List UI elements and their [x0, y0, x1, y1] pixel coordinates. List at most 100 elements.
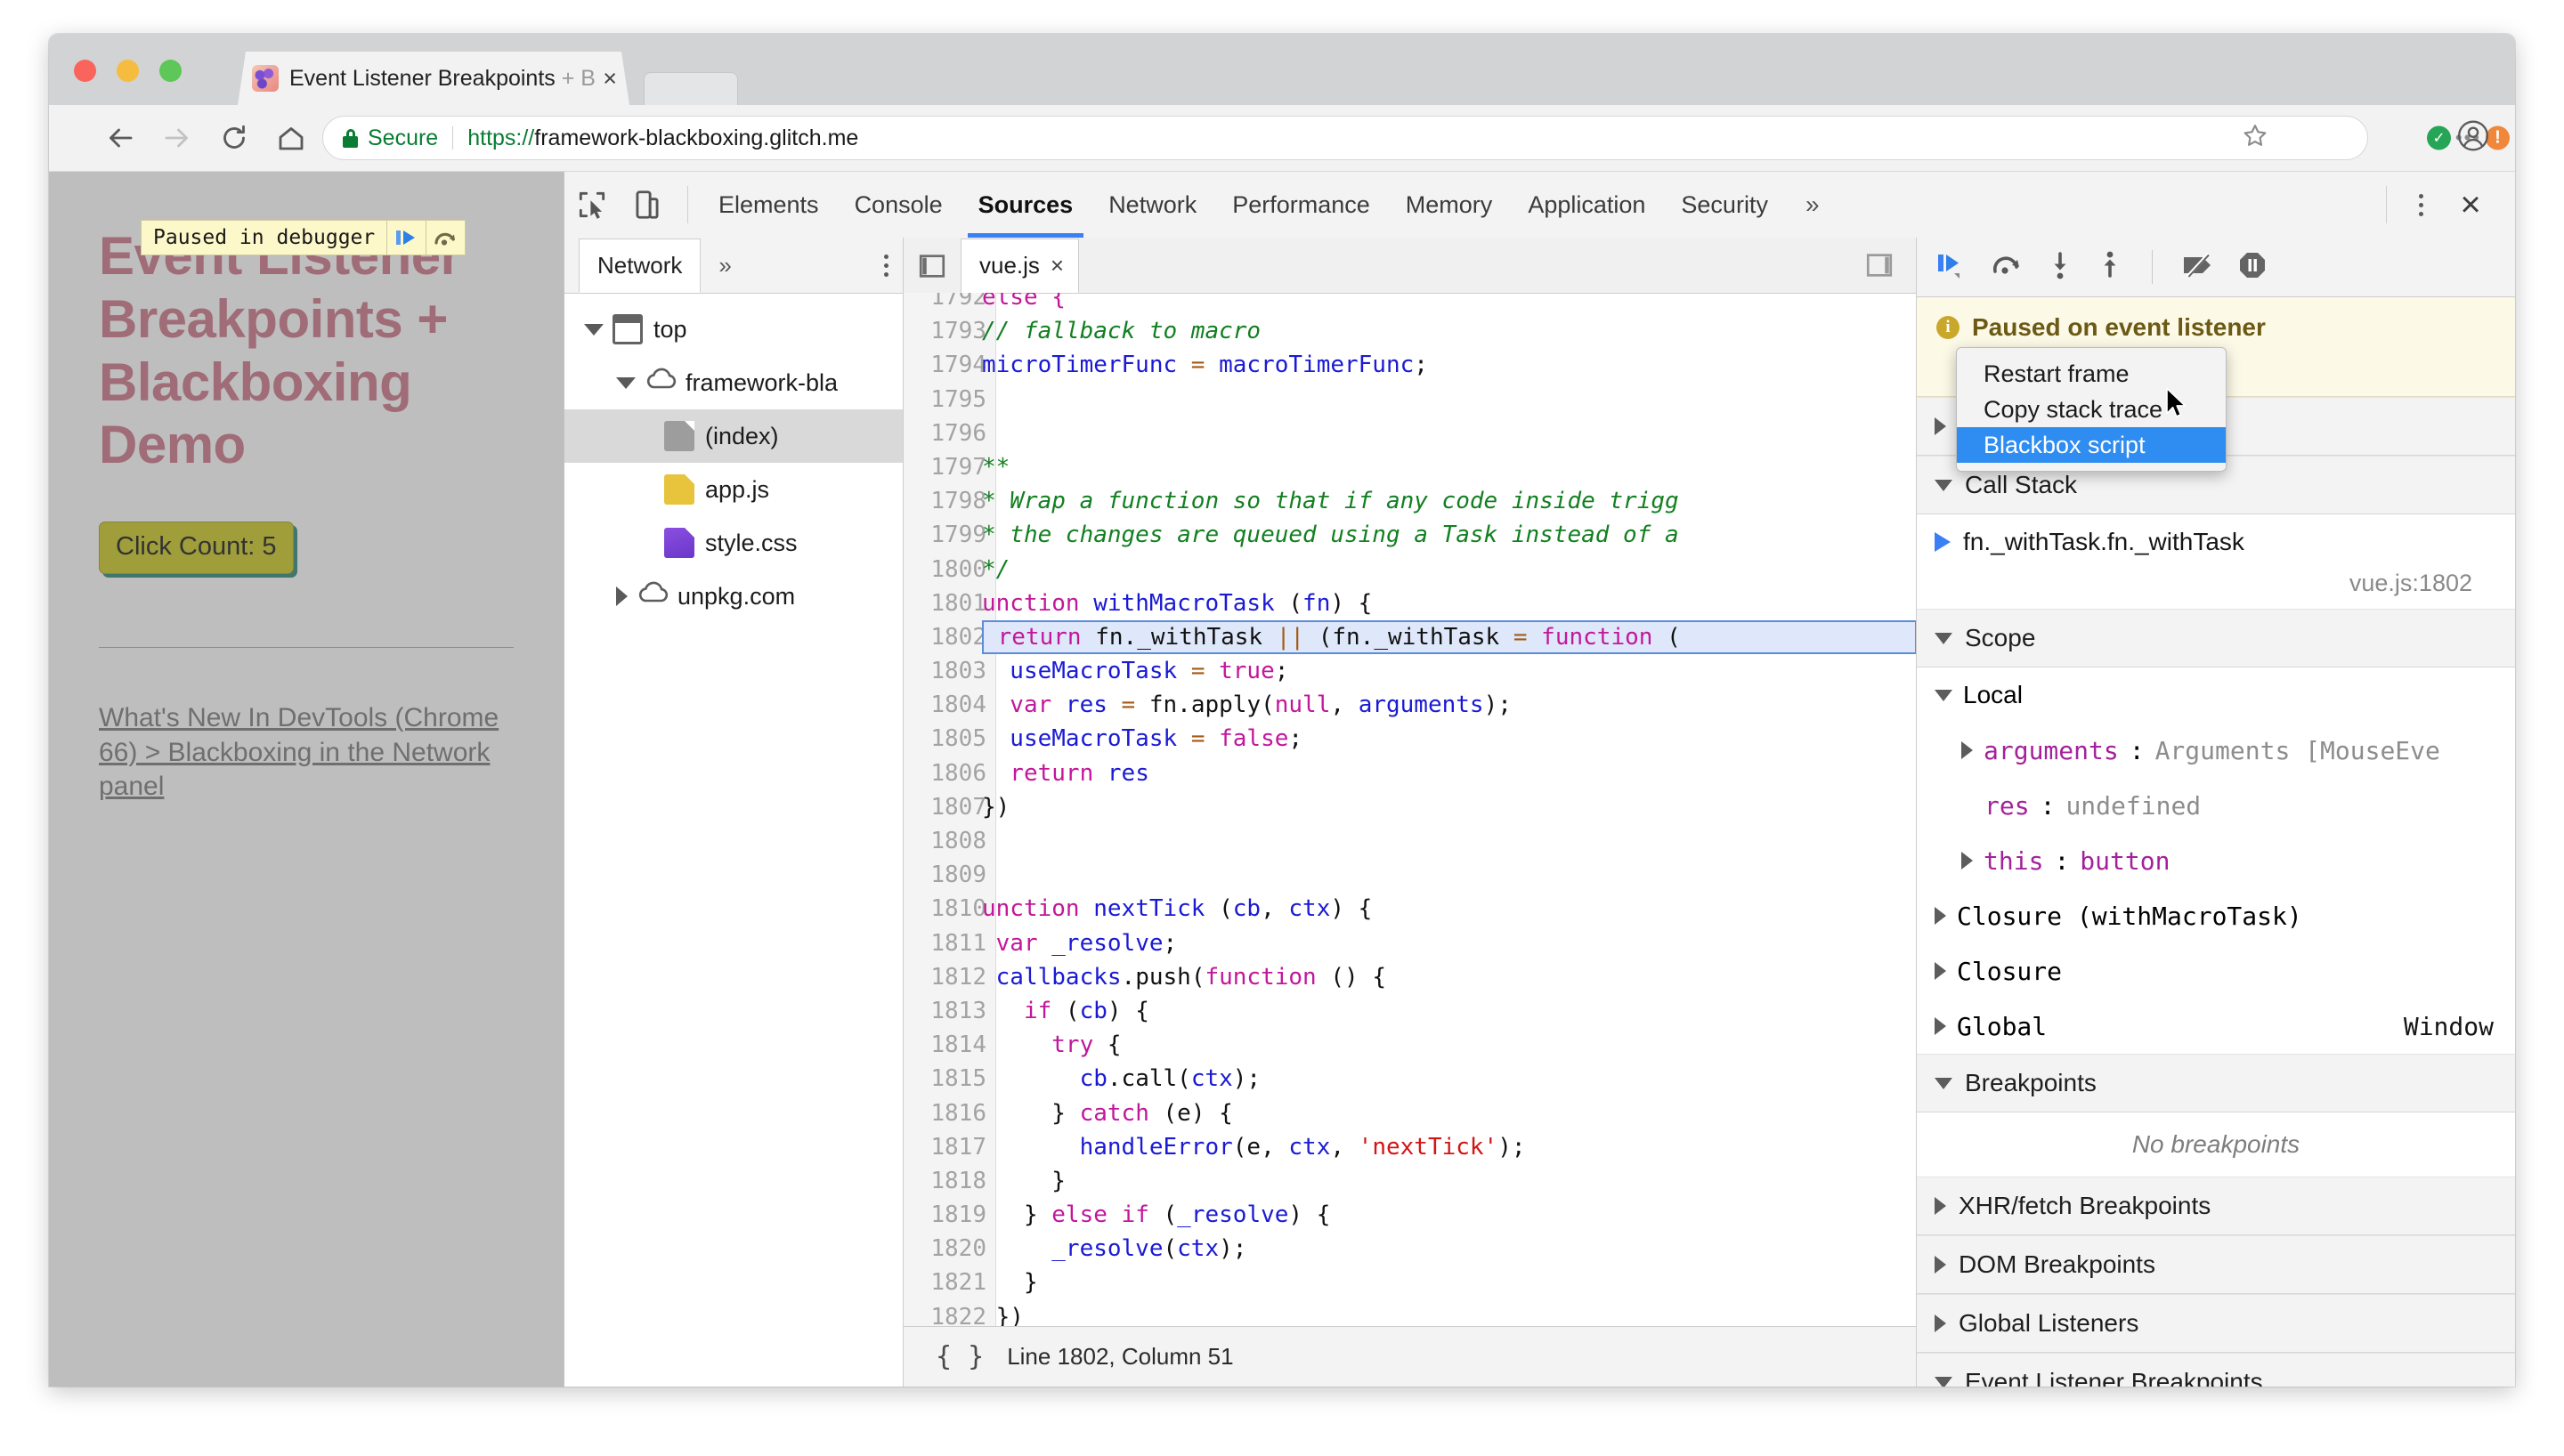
minimize-window-button[interactable]	[117, 60, 139, 82]
chevron-right-icon[interactable]	[1935, 1197, 1946, 1215]
tab-elements[interactable]: Elements	[701, 173, 837, 238]
pretty-print-button[interactable]: { }	[936, 1341, 984, 1372]
chevron-right-icon[interactable]	[1961, 741, 1973, 759]
close-window-button[interactable]	[74, 60, 96, 82]
code-line[interactable]: 1819 } else if (_resolve) {	[904, 1198, 1917, 1233]
code-area[interactable]: 1792 else {1793// fallback to macro 1794 mi…	[904, 293, 1917, 1326]
code-line[interactable]: 1820 _resolve(ctx);	[904, 1232, 1917, 1266]
context-menu-item-restart-frame[interactable]: Restart frame	[1957, 356, 2226, 392]
chevron-right-icon[interactable]	[1935, 417, 1946, 435]
toggle-debugger-button[interactable]	[1851, 240, 1908, 289]
new-tab-button[interactable]	[644, 72, 738, 106]
context-menu-item-blackbox-script[interactable]: Blackbox script	[1957, 427, 2226, 463]
editor-tab-vue-js[interactable]: vue.js ×	[961, 239, 1080, 293]
chevron-right-icon[interactable]	[1935, 1017, 1946, 1035]
code-line[interactable]: 1817 handleError(e, ctx, 'nextTick');	[904, 1129, 1917, 1164]
chevron-down-icon[interactable]	[1935, 689, 1952, 701]
tree-item-app-js[interactable]: app.js	[564, 463, 903, 516]
deactivate-breakpoints-button[interactable]	[2181, 252, 2215, 283]
code-line[interactable]: 1809	[904, 858, 1917, 893]
close-editor-tab-button[interactable]: ×	[1051, 252, 1064, 279]
chevron-down-icon[interactable]	[1935, 1077, 1952, 1089]
section-event-listener-breakpoints[interactable]: Event Listener Breakpoints	[1917, 1353, 2515, 1387]
code-line[interactable]: 1812 callbacks.push(function () {	[904, 959, 1917, 994]
code-line[interactable]: 1792 else {	[904, 293, 1917, 315]
section-dom-breakpoints[interactable]: DOM Breakpoints	[1917, 1235, 2515, 1294]
chevron-down-icon[interactable]	[1935, 632, 1952, 644]
code-line[interactable]: 1822 })	[904, 1299, 1917, 1326]
pause-on-exceptions-button[interactable]	[2238, 251, 2267, 284]
code-line-executing[interactable]: 1802 return fn._withTask || (fn._withTas…	[904, 619, 1917, 655]
browser-tab[interactable]: Event Listener Breakpoints + B ×	[238, 52, 629, 105]
code-line[interactable]: 1804 var res = fn.apply(null, arguments)…	[904, 688, 1917, 723]
code-line[interactable]: 1805 useMacroTask = false;	[904, 722, 1917, 756]
code-line[interactable]: 1801 unction withMacroTask (fn) {	[904, 586, 1917, 620]
chevron-right-icon[interactable]	[616, 586, 628, 606]
step-into-button[interactable]	[2047, 251, 2073, 284]
code-line[interactable]: 1811 var _resolve;	[904, 926, 1917, 960]
code-line[interactable]: 1806 return res	[904, 756, 1917, 790]
close-devtools-button[interactable]: ×	[2442, 177, 2499, 232]
tab-memory[interactable]: Memory	[1388, 173, 1511, 238]
tree-item-top[interactable]: top	[564, 303, 903, 356]
maximize-window-button[interactable]	[159, 60, 182, 82]
chevron-right-icon[interactable]	[1935, 1314, 1946, 1332]
toggle-device-toolbar-button[interactable]	[620, 177, 675, 232]
code-line[interactable]: 1816 } catch (e) {	[904, 1096, 1917, 1130]
overlay-resume-button[interactable]	[387, 221, 427, 255]
inspect-element-button[interactable]	[564, 177, 620, 232]
code-line[interactable]: 1798 * Wrap a function so that if any cod…	[904, 484, 1917, 519]
code-line[interactable]: 1799 * the changes are queued using a Tas…	[904, 518, 1917, 553]
step-over-button[interactable]	[1992, 252, 2024, 283]
extension-green-icon[interactable]: ✓	[2427, 125, 2451, 150]
code-line[interactable]: 1796	[904, 416, 1917, 450]
tab-security[interactable]: Security	[1663, 173, 1786, 238]
tree-item-index[interactable]: (index)	[564, 409, 903, 463]
chevron-right-icon[interactable]	[1961, 852, 1973, 870]
section-scope[interactable]: Scope	[1917, 609, 2515, 667]
tab-sources[interactable]: Sources	[961, 173, 1091, 238]
tree-item-unpkg[interactable]: unpkg.com	[564, 570, 903, 623]
code-line[interactable]: 1807})	[904, 789, 1917, 824]
profile-button[interactable]	[2456, 119, 2490, 158]
more-tabs-button[interactable]: »	[1786, 173, 1839, 238]
home-button[interactable]	[272, 118, 311, 158]
tab-performance[interactable]: Performance	[1214, 173, 1388, 238]
close-tab-button[interactable]: ×	[603, 67, 617, 91]
code-line[interactable]: 1795	[904, 382, 1917, 417]
toggle-navigator-button[interactable]	[904, 239, 961, 293]
navigator-tab-network[interactable]: Network	[579, 239, 702, 293]
bookmark-star-icon[interactable]	[2241, 122, 2269, 155]
chevron-down-icon[interactable]	[616, 376, 636, 389]
code-line[interactable]: 1821 }	[904, 1266, 1917, 1300]
call-stack-frame[interactable]: fn._withTask.fn._withTask	[1917, 514, 2515, 570]
tab-network[interactable]: Network	[1091, 173, 1214, 238]
chevron-down-icon[interactable]	[1935, 479, 1952, 491]
scope-global[interactable]: Global Window	[1917, 999, 2515, 1054]
scope-local-group[interactable]: Local	[1917, 667, 2515, 723]
overlay-step-over-button[interactable]	[426, 221, 465, 255]
step-out-button[interactable]	[2097, 251, 2123, 284]
resume-script-button[interactable]	[1936, 252, 1968, 283]
tree-item-style-css[interactable]: style.css	[564, 516, 903, 570]
scope-item-this[interactable]: this: button	[1917, 833, 2515, 888]
scope-item-arguments[interactable]: arguments: Arguments [MouseEve	[1917, 723, 2515, 778]
code-line[interactable]: 1815 cb.call(ctx);	[904, 1062, 1917, 1096]
navigator-more-tabs-button[interactable]: »	[701, 239, 749, 293]
chevron-down-icon[interactable]	[584, 323, 604, 336]
reload-button[interactable]	[215, 118, 254, 158]
code-line[interactable]: 1810 unction nextTick (cb, ctx) {	[904, 892, 1917, 926]
code-line[interactable]: 1800 */	[904, 552, 1917, 586]
code-line[interactable]: 1808	[904, 824, 1917, 859]
chevron-right-icon[interactable]	[1935, 1256, 1946, 1274]
navigator-options-button[interactable]	[884, 239, 888, 293]
code-line[interactable]: 1793// fallback to macro	[904, 314, 1917, 349]
chevron-down-icon[interactable]	[1935, 1376, 1952, 1387]
code-line[interactable]: 1818 }	[904, 1163, 1917, 1199]
code-line[interactable]: 1797 **	[904, 449, 1917, 485]
section-xhr-breakpoints[interactable]: XHR/fetch Breakpoints	[1917, 1177, 2515, 1235]
back-button[interactable]	[101, 118, 140, 158]
tab-application[interactable]: Application	[1510, 173, 1663, 238]
section-global-listeners[interactable]: Global Listeners	[1917, 1294, 2515, 1353]
code-line[interactable]: 1813 if (cb) {	[904, 993, 1917, 1029]
